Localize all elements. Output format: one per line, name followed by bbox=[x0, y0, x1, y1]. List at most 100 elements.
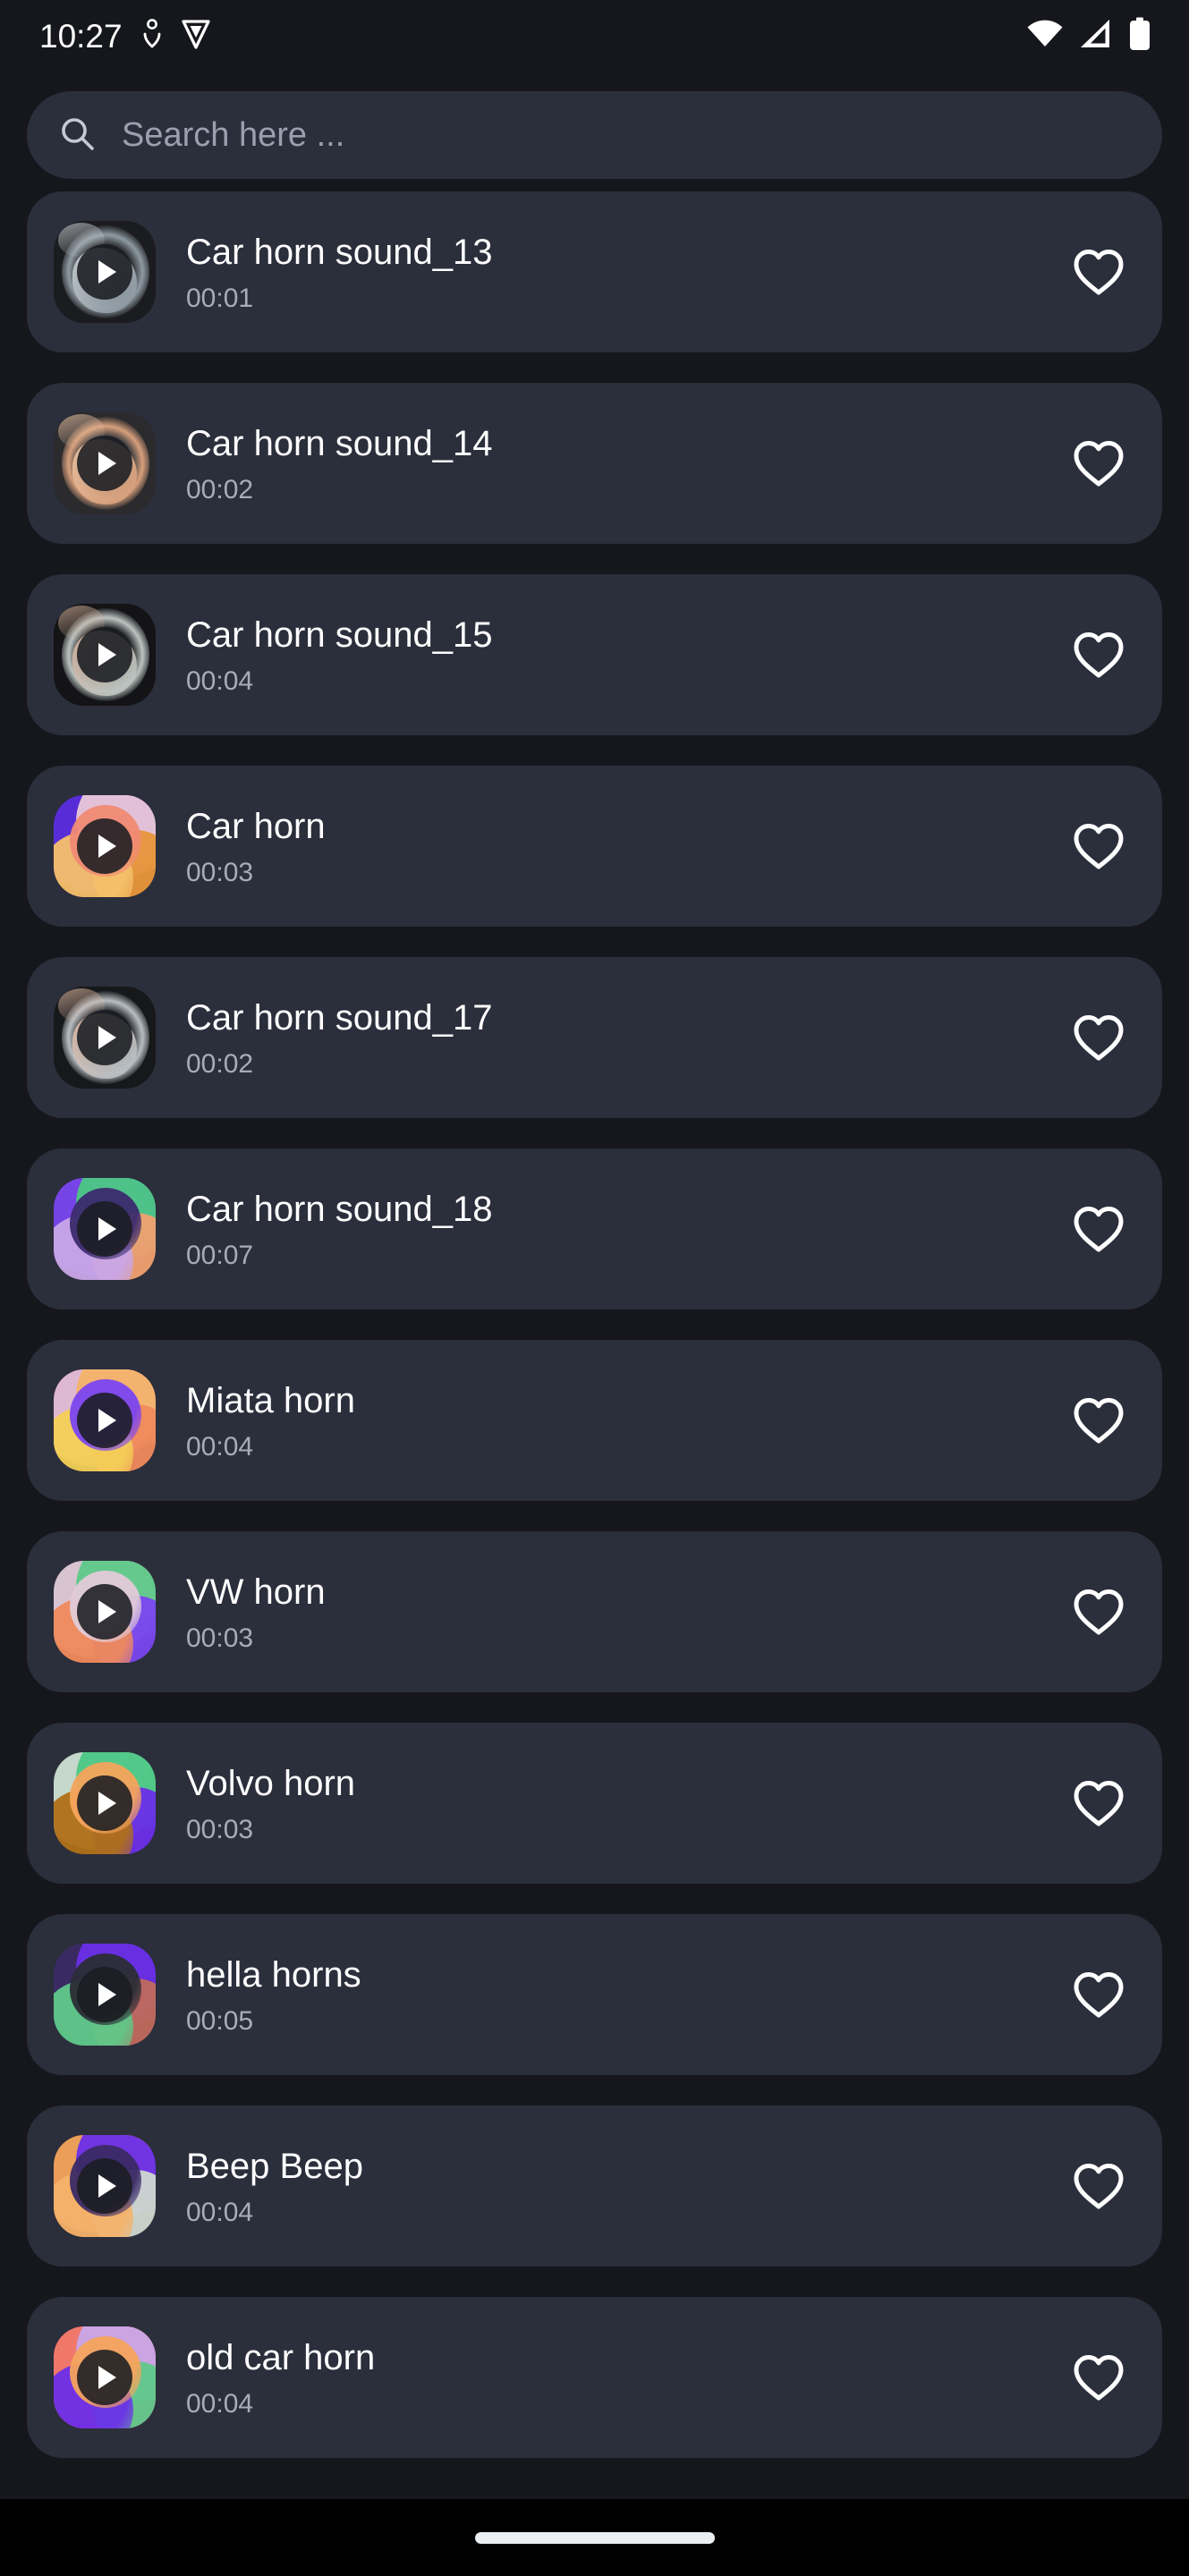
person-shield-icon bbox=[142, 18, 162, 54]
sound-meta: Car horn sound_13 00:01 bbox=[156, 232, 1067, 313]
sound-list-item[interactable]: Car horn sound_14 00:02 bbox=[27, 383, 1162, 544]
sound-title: hella horns bbox=[186, 1954, 361, 1995]
search-section bbox=[0, 72, 1189, 186]
sound-thumbnail[interactable] bbox=[54, 1369, 156, 1471]
play-icon[interactable] bbox=[77, 627, 132, 682]
favorite-button[interactable] bbox=[1067, 1006, 1130, 1069]
sound-meta: Car horn sound_18 00:07 bbox=[156, 1189, 1067, 1270]
status-bar-right-icons bbox=[1026, 17, 1151, 55]
sound-meta: old car horn 00:04 bbox=[156, 2337, 1067, 2419]
sound-title: old car horn bbox=[186, 2337, 376, 2377]
favorite-button[interactable] bbox=[1067, 1772, 1130, 1835]
cellular-signal-icon bbox=[1079, 19, 1113, 54]
sound-meta: Car horn 00:03 bbox=[156, 806, 1067, 887]
play-icon[interactable] bbox=[77, 1967, 132, 2022]
vpn-key-icon bbox=[181, 18, 210, 55]
sound-duration: 00:03 bbox=[186, 1623, 254, 1653]
sound-title: Volvo horn bbox=[186, 1763, 356, 1803]
sound-title: Miata horn bbox=[186, 1380, 355, 1420]
sound-thumbnail[interactable] bbox=[54, 221, 156, 323]
sound-list-item[interactable]: hella horns 00:05 bbox=[27, 1914, 1162, 2075]
sound-title: Car horn sound_14 bbox=[186, 423, 493, 463]
play-icon[interactable] bbox=[77, 1010, 132, 1065]
heart-outline-icon bbox=[1074, 1015, 1124, 1061]
play-icon[interactable] bbox=[77, 1775, 132, 1831]
play-icon[interactable] bbox=[77, 1201, 132, 1257]
heart-outline-icon bbox=[1074, 1207, 1124, 1252]
favorite-button[interactable] bbox=[1067, 241, 1130, 303]
favorite-button[interactable] bbox=[1067, 1963, 1130, 2026]
favorite-button[interactable] bbox=[1067, 1198, 1130, 1260]
sound-thumbnail[interactable] bbox=[54, 1944, 156, 2046]
sound-duration: 00:04 bbox=[186, 1431, 254, 1462]
heart-outline-icon bbox=[1074, 632, 1124, 678]
sound-thumbnail[interactable] bbox=[54, 2135, 156, 2237]
play-icon[interactable] bbox=[77, 2158, 132, 2214]
sound-list-item[interactable]: Miata horn 00:04 bbox=[27, 1340, 1162, 1501]
play-triangle bbox=[98, 2174, 116, 2198]
sound-thumbnail[interactable] bbox=[54, 795, 156, 897]
sound-meta: hella horns 00:05 bbox=[156, 1954, 1067, 2036]
play-triangle bbox=[98, 1409, 116, 1432]
sound-list-item[interactable]: Car horn 00:03 bbox=[27, 766, 1162, 927]
favorite-button[interactable] bbox=[1067, 623, 1130, 686]
play-icon[interactable] bbox=[77, 244, 132, 300]
heart-outline-icon bbox=[1074, 1972, 1124, 2018]
play-triangle bbox=[98, 1217, 116, 1241]
search-input[interactable] bbox=[122, 115, 1132, 155]
sound-duration: 00:01 bbox=[186, 283, 254, 313]
favorite-button[interactable] bbox=[1067, 815, 1130, 877]
sound-title: Car horn sound_18 bbox=[186, 1189, 493, 1229]
search-bar[interactable] bbox=[27, 91, 1162, 179]
heart-outline-icon bbox=[1074, 824, 1124, 869]
sound-duration: 00:04 bbox=[186, 2388, 254, 2419]
play-triangle bbox=[98, 1792, 116, 1815]
sound-duration: 00:07 bbox=[186, 1240, 254, 1270]
heart-outline-icon bbox=[1074, 1781, 1124, 1826]
sound-duration: 00:04 bbox=[186, 665, 254, 696]
sound-title: Car horn sound_17 bbox=[186, 997, 493, 1038]
sound-thumbnail[interactable] bbox=[54, 2326, 156, 2428]
sound-thumbnail[interactable] bbox=[54, 604, 156, 706]
sound-thumbnail[interactable] bbox=[54, 987, 156, 1089]
sound-list-item[interactable]: Beep Beep 00:04 bbox=[27, 2106, 1162, 2267]
sound-thumbnail[interactable] bbox=[54, 1178, 156, 1280]
status-bar-clock: 10:27 bbox=[39, 17, 123, 55]
play-triangle bbox=[98, 260, 116, 284]
home-gesture-pill[interactable] bbox=[474, 2531, 715, 2544]
sound-list-item[interactable]: VW horn 00:03 bbox=[27, 1531, 1162, 1692]
play-icon[interactable] bbox=[77, 818, 132, 874]
play-triangle bbox=[98, 643, 116, 666]
heart-outline-icon bbox=[1074, 441, 1124, 487]
play-triangle bbox=[98, 1026, 116, 1049]
sound-thumbnail[interactable] bbox=[54, 1752, 156, 1854]
favorite-button[interactable] bbox=[1067, 1580, 1130, 1643]
sound-list-item[interactable]: Car horn sound_17 00:02 bbox=[27, 957, 1162, 1118]
sound-list-item[interactable]: Car horn sound_15 00:04 bbox=[27, 574, 1162, 735]
sound-thumbnail[interactable] bbox=[54, 412, 156, 514]
sound-title: Car horn bbox=[186, 806, 326, 846]
sound-list[interactable]: Car horn sound_13 00:01 Car horn sound_14 0… bbox=[0, 186, 1189, 2499]
play-icon[interactable] bbox=[77, 436, 132, 491]
play-icon[interactable] bbox=[77, 1393, 132, 1448]
sound-list-item[interactable]: Car horn sound_13 00:01 bbox=[27, 191, 1162, 352]
play-icon[interactable] bbox=[77, 2350, 132, 2405]
favorite-button[interactable] bbox=[1067, 2346, 1130, 2409]
sound-list-item[interactable]: Volvo horn 00:03 bbox=[27, 1723, 1162, 1884]
sound-list-item[interactable]: Car horn sound_18 00:07 bbox=[27, 1148, 1162, 1309]
sound-thumbnail[interactable] bbox=[54, 1561, 156, 1663]
sound-duration: 00:04 bbox=[186, 2197, 254, 2227]
favorite-button[interactable] bbox=[1067, 432, 1130, 495]
heart-outline-icon bbox=[1074, 2355, 1124, 2401]
sound-meta: Beep Beep 00:04 bbox=[156, 2146, 1067, 2227]
sound-duration: 00:02 bbox=[186, 474, 254, 504]
favorite-button[interactable] bbox=[1067, 2155, 1130, 2217]
favorite-button[interactable] bbox=[1067, 1389, 1130, 1452]
sound-meta: Car horn sound_17 00:02 bbox=[156, 997, 1067, 1079]
play-icon[interactable] bbox=[77, 1584, 132, 1640]
play-triangle bbox=[98, 452, 116, 475]
play-triangle bbox=[98, 1600, 116, 1623]
sound-list-item[interactable]: old car horn 00:04 bbox=[27, 2297, 1162, 2458]
sound-title: Car horn sound_15 bbox=[186, 614, 493, 655]
play-triangle bbox=[98, 835, 116, 858]
